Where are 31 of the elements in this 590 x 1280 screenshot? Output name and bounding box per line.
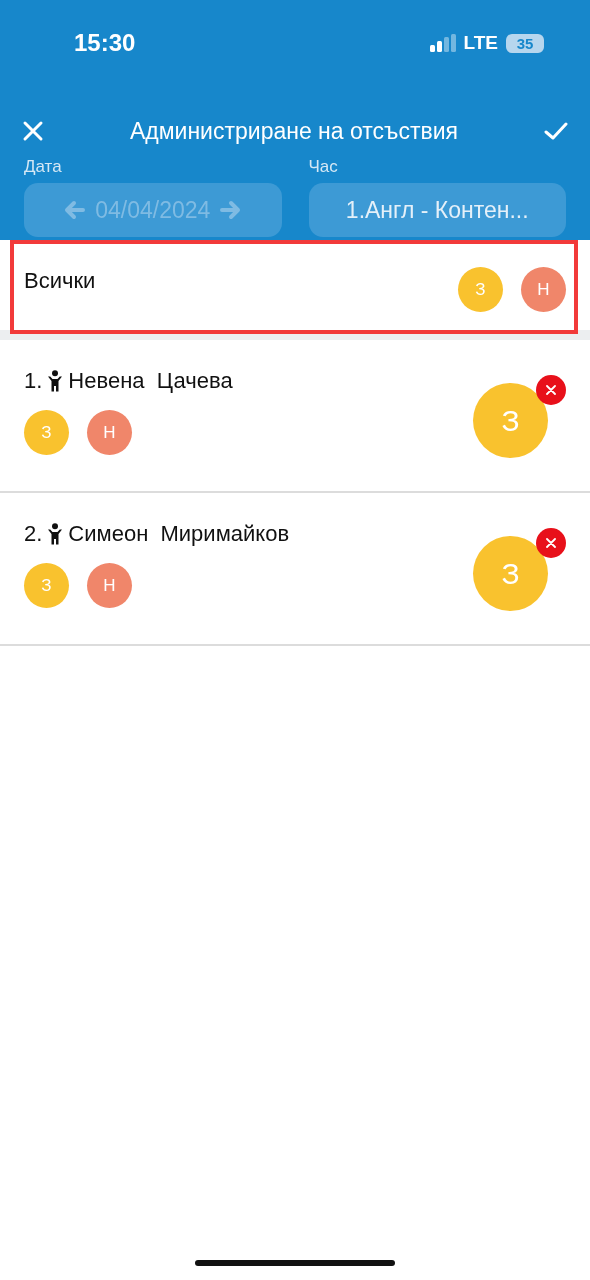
checkmark-icon bbox=[544, 121, 568, 141]
hour-field[interactable]: 1.Англ - Контен... bbox=[308, 183, 566, 237]
arrow-right-icon bbox=[220, 200, 243, 220]
student-number: 1. bbox=[24, 368, 43, 394]
signal-icon bbox=[429, 34, 456, 52]
all-students-label: Всички bbox=[24, 268, 96, 294]
field-label: Дата bbox=[24, 157, 63, 177]
student-name: Симеон Миримайков bbox=[68, 521, 290, 547]
battery-level: 35 bbox=[516, 34, 534, 52]
remove-button[interactable] bbox=[536, 375, 566, 405]
close-icon bbox=[22, 120, 44, 142]
arrow-left-icon bbox=[63, 200, 86, 220]
absence-code-button[interactable]: Н bbox=[521, 267, 566, 312]
close-icon bbox=[546, 538, 556, 548]
child-icon bbox=[48, 370, 63, 392]
child-icon bbox=[48, 523, 63, 545]
absence-code-button[interactable]: З bbox=[24, 410, 69, 455]
absence-code-button[interactable]: Н bbox=[87, 563, 132, 608]
field-label: Час bbox=[308, 157, 339, 177]
confirm-button[interactable] bbox=[544, 121, 568, 141]
absence-code-button[interactable]: Н bbox=[87, 410, 132, 455]
student-number: 2. bbox=[24, 521, 43, 547]
remove-button[interactable] bbox=[536, 528, 566, 558]
status-time: 15:30 bbox=[74, 29, 136, 57]
network-label: LTE bbox=[463, 32, 498, 54]
close-button[interactable] bbox=[22, 120, 44, 142]
absence-code-button[interactable]: З bbox=[24, 563, 69, 608]
screen-title: Администриране на отсъствия bbox=[130, 117, 458, 145]
student-name: Невена Цачева bbox=[68, 368, 233, 394]
absence-code-button[interactable]: З bbox=[458, 267, 503, 312]
close-icon bbox=[546, 385, 556, 395]
